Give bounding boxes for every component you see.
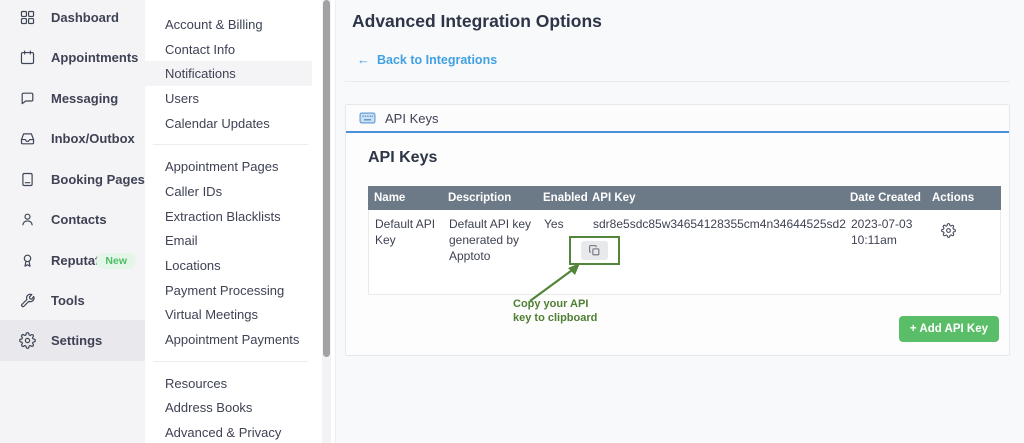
cell-name: Default API Key [369, 210, 443, 294]
scrollbar-thumb[interactable] [323, 0, 330, 357]
copy-api-key-button[interactable] [581, 241, 608, 260]
settings-nav: Account & Billing Contact Info Notificat… [145, 0, 336, 443]
nav-item-caller-ids[interactable]: Caller IDs [145, 179, 312, 204]
inbox-tray-icon [19, 130, 36, 147]
person-icon [19, 211, 36, 228]
calendar-icon [19, 49, 36, 66]
sidebar-item-contacts[interactable]: Contacts [0, 199, 145, 240]
gear-icon [19, 332, 36, 349]
section-divider [345, 81, 1010, 82]
col-header-enabled: Enabled [537, 192, 586, 204]
api-keys-heading: API Keys [368, 149, 437, 167]
sidebar-item-tools[interactable]: Tools [0, 280, 145, 321]
col-header-description: Description [442, 192, 537, 204]
sidebar-item-messaging[interactable]: Messaging [0, 78, 145, 119]
nav-item-account-billing[interactable]: Account & Billing [145, 12, 312, 37]
back-link-label: Back to Integrations [377, 53, 497, 67]
nav-item-contact-info[interactable]: Contact Info [145, 37, 312, 62]
nav-item-users[interactable]: Users [145, 86, 312, 111]
nav-item-appointment-pages[interactable]: Appointment Pages [145, 154, 312, 179]
sidebar-item-label: Booking Pages [51, 172, 145, 187]
row-actions-button[interactable] [941, 223, 956, 241]
sidebar-item-label: Contacts [51, 212, 107, 227]
nav-item-locations[interactable]: Locations [145, 253, 312, 278]
sidebar-item-appointments[interactable]: Appointments [0, 37, 145, 78]
main-content: Advanced Integration Options ← Back to In… [336, 0, 1024, 443]
sidebar-item-reputation[interactable]: Reputation New [0, 240, 145, 281]
new-badge: New [96, 253, 136, 269]
back-to-integrations-link[interactable]: ← Back to Integrations [357, 52, 497, 67]
primary-sidebar: Dashboard Appointments Messaging Inbox/O… [0, 0, 145, 443]
cell-actions [927, 210, 1000, 294]
nav-item-notifications[interactable]: Notifications [145, 61, 312, 86]
col-header-name: Name [368, 192, 442, 204]
sidebar-item-booking-pages[interactable]: Booking Pages [0, 159, 145, 200]
nav-item-calendar-updates[interactable]: Calendar Updates [145, 111, 312, 136]
nav-item-extraction-blacklists[interactable]: Extraction Blacklists [145, 204, 312, 229]
sidebar-item-label: Inbox/Outbox [51, 131, 135, 146]
tab-api-keys[interactable]: API Keys [385, 111, 438, 126]
app-root: Dashboard Appointments Messaging Inbox/O… [0, 0, 1024, 443]
card-tab-bar: API Keys [346, 105, 1009, 133]
award-ribbon-icon [19, 252, 36, 269]
dashboard-grid-icon [19, 9, 36, 26]
nav-divider [153, 361, 308, 362]
sidebar-item-label: Dashboard [51, 10, 119, 25]
col-header-api-key: API Key [586, 192, 844, 204]
book-page-icon [19, 171, 36, 188]
col-header-date-created: Date Created [844, 192, 926, 204]
col-header-actions: Actions [926, 192, 1001, 204]
table-header-row: Name Description Enabled API Key Date Cr… [368, 186, 1001, 210]
sidebar-item-dashboard[interactable]: Dashboard [0, 0, 145, 38]
nav-item-address-books[interactable]: Address Books [145, 396, 312, 421]
page-title: Advanced Integration Options [352, 11, 602, 32]
sidebar-item-label: Messaging [51, 91, 118, 106]
nav-item-email[interactable]: Email [145, 229, 312, 254]
api-keys-table: Name Description Enabled API Key Date Cr… [368, 186, 1001, 295]
nav-item-appointment-payments[interactable]: Appointment Payments [145, 327, 312, 352]
wrench-icon [19, 292, 36, 309]
nav-item-resources[interactable]: Resources [145, 371, 312, 396]
sidebar-item-label: Settings [51, 333, 102, 348]
nav-item-virtual-meetings[interactable]: Virtual Meetings [145, 303, 312, 328]
keyboard-icon [359, 111, 376, 125]
table-row: Default API Key Default API key generate… [368, 210, 1001, 295]
sidebar-item-inbox-outbox[interactable]: Inbox/Outbox [0, 118, 145, 159]
copy-icon [588, 244, 601, 257]
left-arrow-icon: ← [357, 52, 370, 67]
nav-item-payment-processing[interactable]: Payment Processing [145, 278, 312, 303]
chat-bubble-icon [19, 90, 36, 107]
add-api-key-button[interactable]: + Add API Key [899, 316, 999, 342]
cell-date-created: 2023-07-03 10:11am [845, 210, 927, 294]
api-keys-card: API Keys API Keys Name Description Enabl… [345, 104, 1010, 356]
gear-icon [941, 223, 956, 238]
sidebar-item-label: Appointments [51, 50, 138, 65]
api-key-value: sdr8e5sdc85w34654128355cm4n34644525sd2 [593, 217, 839, 233]
annotation-text: Copy your API key to clipboard [513, 298, 597, 325]
sidebar-item-label: Tools [51, 293, 85, 308]
nav-divider [153, 144, 308, 145]
cell-api-key: sdr8e5sdc85w34654128355cm4n34644525sd2 [587, 210, 845, 294]
sidebar-item-settings[interactable]: Settings [0, 320, 145, 361]
nav-item-advanced-privacy[interactable]: Advanced & Privacy [145, 420, 312, 443]
